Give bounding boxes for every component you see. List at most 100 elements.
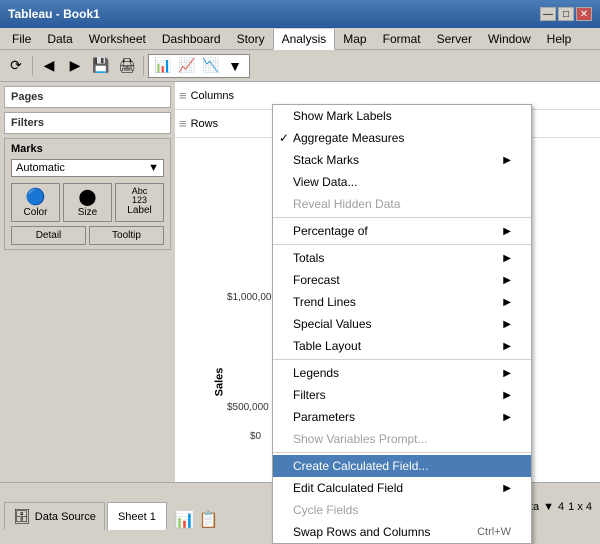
menu-percentage-of[interactable]: Percentage of ▶ [273,220,531,242]
toolbar-save[interactable]: 💾 [89,54,113,78]
toolbar-refresh[interactable]: ⟳ [4,54,28,78]
minimize-button[interactable]: — [540,7,556,21]
percentage-arrow: ▶ [503,226,511,237]
new-sheet-icon2[interactable]: 📋 [199,510,219,530]
menu-worksheet[interactable]: Worksheet [81,28,154,49]
tooltip-label: Tooltip [112,230,141,241]
menu-trend-lines[interactable]: Trend Lines ▶ [273,291,531,313]
totals-label: Totals [293,251,324,265]
parameters-label: Parameters [293,410,355,424]
menu-server[interactable]: Server [429,28,480,49]
forecast-arrow: ▶ [503,275,511,286]
marks-dropdown-arrow: ▼ [148,162,159,174]
menu-totals[interactable]: Totals ▶ [273,247,531,269]
close-button[interactable]: ✕ [576,7,592,21]
menu-analysis[interactable]: Analysis [273,29,336,50]
toolbar-view1[interactable]: 📊 [151,54,175,78]
cycle-fields-label: Cycle Fields [293,503,358,517]
show-variables-label: Show Variables Prompt... [293,432,428,446]
menu-filters[interactable]: Filters ▶ [273,384,531,406]
aggregate-checkmark: ✓ [279,131,289,145]
maximize-button[interactable]: □ [558,7,574,21]
datasource-icon: 🗄 [13,508,31,525]
forecast-label: Forecast [293,273,340,287]
new-sheet-icons: 📊 📋 [167,510,227,530]
menu-data[interactable]: Data [39,28,80,49]
menu-forecast[interactable]: Forecast ▶ [273,269,531,291]
data-size: 1 x 4 [568,501,592,513]
legends-arrow: ▶ [503,368,511,379]
color-button[interactable]: 🔵 Color [11,183,60,222]
toolbar-view3[interactable]: 📉 [199,54,223,78]
size-button[interactable]: ⬤ Size [63,183,112,222]
rows-icon: ≡ [179,116,187,131]
menu-cycle-fields: Cycle Fields [273,499,531,521]
menu-legends[interactable]: Legends ▶ [273,362,531,384]
marks-type-label: Automatic [16,162,65,174]
marks-row2: Detail Tooltip [11,226,164,245]
axis-label-top: $1,000,000 [227,292,277,303]
pages-section: Pages [4,86,171,108]
toolbar-back[interactable]: ◀ [37,54,61,78]
menu-create-calculated-field[interactable]: Create Calculated Field... [273,455,531,477]
detail-button[interactable]: Detail [11,226,86,245]
datasource-label: Data Source [35,511,96,523]
datasource-tab[interactable]: 🗄 Data Source [4,502,105,530]
toolbar-dropdown[interactable]: ▼ [223,54,247,78]
menu-table-layout[interactable]: Table Layout ▶ [273,335,531,357]
totals-arrow: ▶ [503,253,511,264]
create-calc-field-label: Create Calculated Field... [293,459,428,473]
columns-icon: ≡ [179,88,187,103]
label-button[interactable]: Abc123 Label [115,183,164,222]
swap-rows-cols-label: Swap Rows and Columns [293,525,430,539]
menu-map[interactable]: Map [335,28,374,49]
data-dropdown[interactable]: ▼ [543,501,554,513]
filters-label: Filters [293,388,326,402]
menu-story[interactable]: Story [229,28,273,49]
marks-label: Marks [11,143,164,155]
edit-calc-field-label: Edit Calculated Field [293,481,403,495]
detail-label: Detail [36,230,62,241]
toolbar-print[interactable]: 🖨 [115,54,139,78]
menu-dashboard[interactable]: Dashboard [154,28,229,49]
stack-marks-arrow: ▶ [503,155,511,166]
toolbar-forward[interactable]: ▶ [63,54,87,78]
menu-special-values[interactable]: Special Values ▶ [273,313,531,335]
new-sheet-icon1[interactable]: 📊 [175,510,195,530]
toolbar-view-group: 📊 📈 📉 ▼ [148,54,250,78]
menu-aggregate-measures[interactable]: ✓ Aggregate Measures [273,127,531,149]
rows-label: Rows [191,118,219,130]
toolbar-view2[interactable]: 📈 [175,54,199,78]
menu-stack-marks[interactable]: Stack Marks ▶ [273,149,531,171]
menu-bar: File Data Worksheet Dashboard Story Anal… [0,28,600,50]
table-layout-arrow: ▶ [503,341,511,352]
pages-label: Pages [11,91,43,103]
table-layout-label: Table Layout [293,339,361,353]
axis-label-bottom: $0 [250,431,261,442]
toolbar-sep1 [32,56,33,76]
view-data-label: View Data... [293,175,357,189]
trend-lines-arrow: ▶ [503,297,511,308]
marks-type-dropdown[interactable]: Automatic ▼ [11,159,164,177]
tooltip-button[interactable]: Tooltip [89,226,164,245]
edit-calc-arrow: ▶ [503,483,511,494]
special-values-arrow: ▶ [503,319,511,330]
menu-view-data[interactable]: View Data... [273,171,531,193]
menu-help[interactable]: Help [539,28,580,49]
menu-file[interactable]: File [4,28,39,49]
menu-show-mark-labels[interactable]: Show Mark Labels [273,105,531,127]
trend-lines-label: Trend Lines [293,295,356,309]
filters-section: Filters [4,112,171,134]
menu-parameters[interactable]: Parameters ▶ [273,406,531,428]
menu-swap-rows-cols[interactable]: Swap Rows and Columns Ctrl+W [273,521,531,543]
menu-format[interactable]: Format [375,28,429,49]
menu-reveal-hidden: Reveal Hidden Data [273,193,531,215]
show-mark-labels-label: Show Mark Labels [293,109,392,123]
sheet1-tab[interactable]: Sheet 1 [107,502,167,530]
title-bar: Tableau - Book1 — □ ✕ [0,0,600,28]
percentage-of-label: Percentage of [293,224,368,238]
size-label: Size [78,207,97,218]
menu-edit-calculated-field[interactable]: Edit Calculated Field ▶ [273,477,531,499]
menu-window[interactable]: Window [480,28,539,49]
marks-buttons: 🔵 Color ⬤ Size Abc123 Label [11,183,164,222]
